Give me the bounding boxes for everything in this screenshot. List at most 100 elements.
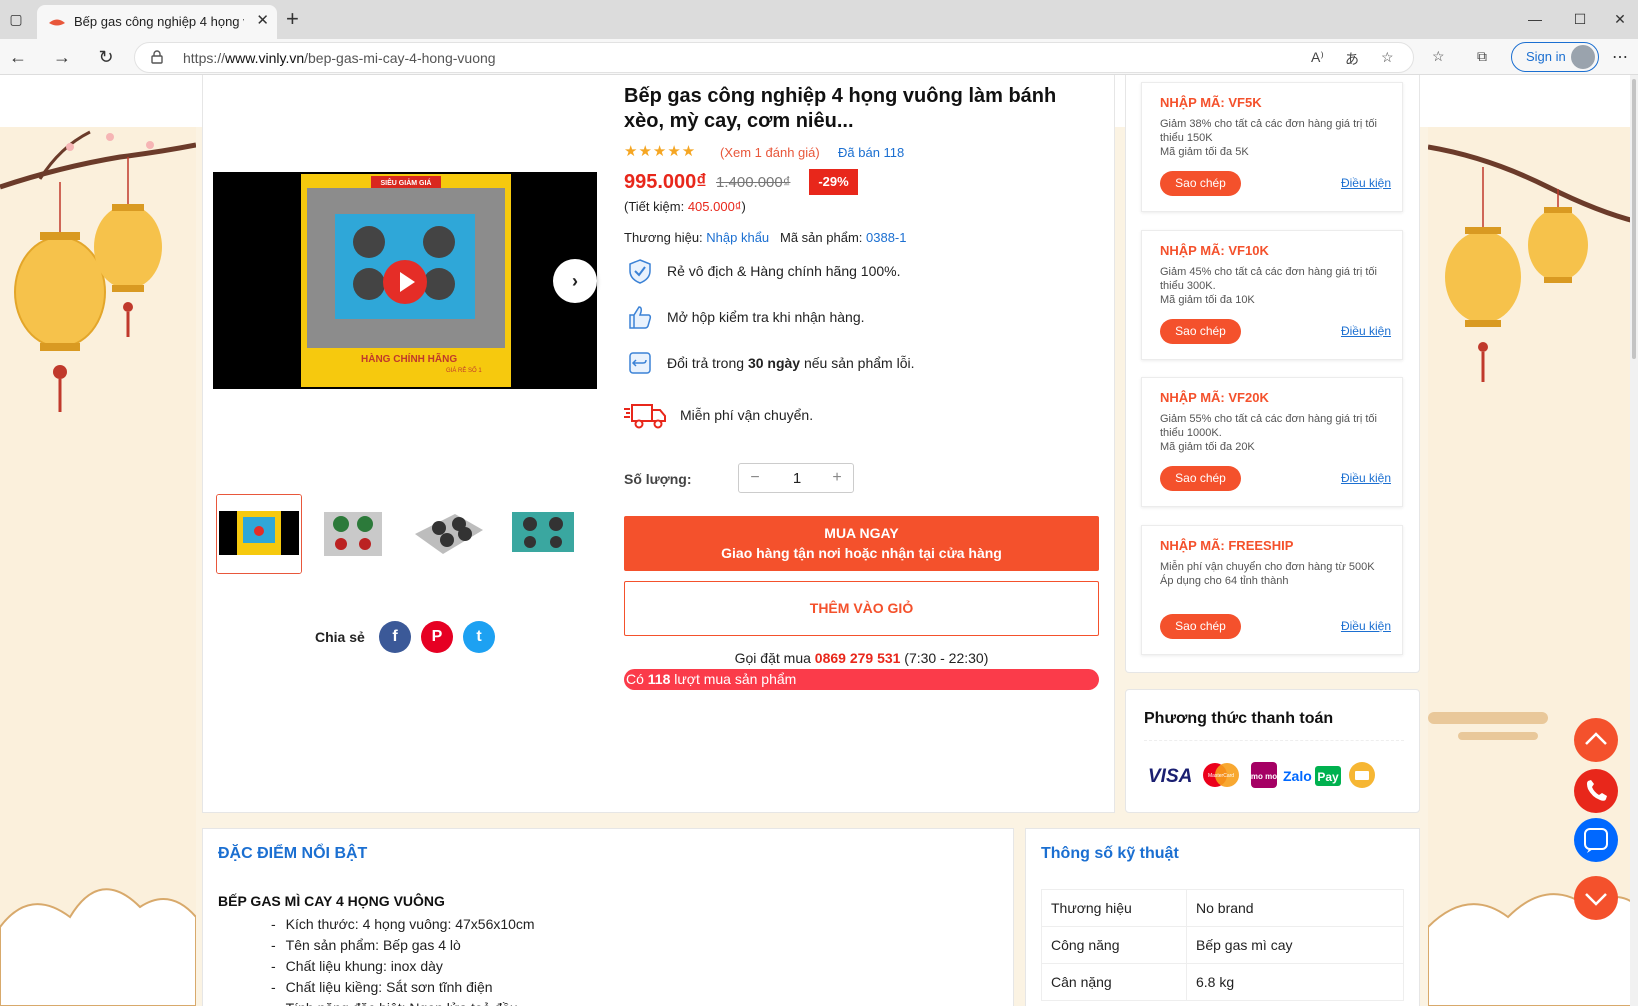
thumbnail-image (310, 494, 396, 574)
video-banner-top: SIÊU GIẢM GIÁ (381, 178, 432, 187)
page-scrollbar[interactable] (1630, 75, 1638, 1006)
highlights-title: ĐẶC ĐIỂM NỔI BẬT (218, 845, 368, 862)
list-item: Chất liệu khung: inox dày (271, 956, 535, 977)
svg-text:MasterCard: MasterCard (1208, 773, 1234, 779)
list-item: Kích thước: 4 họng vuông: 47x56x10cm (271, 914, 535, 935)
tab-actions-icon[interactable]: ▢ (4, 8, 28, 30)
svg-text:Pay: Pay (1317, 770, 1339, 784)
copy-code-button[interactable]: Sao chép (1160, 319, 1241, 344)
payment-title: Phương thức thanh toán (1144, 710, 1334, 727)
conditions-link[interactable]: Điều kiện (1341, 176, 1391, 190)
list-item: Chất liệu kiềng: Sắt sơn tĩnh điện (271, 977, 535, 998)
voucher-card: NHẬP MÃ: VF10K Giảm 45% cho tất cả các đ… (1141, 230, 1403, 360)
specs-table: Thương hiệu No brand Công năng Bếp gas mì … (1041, 889, 1404, 1001)
savings-text: (Tiết kiệm: 405.000₫) (624, 199, 746, 214)
window-close-icon[interactable]: ✕ (1608, 8, 1632, 30)
sku-value: 0388-1 (866, 230, 907, 245)
conditions-link[interactable]: Điều kiện (1341, 324, 1391, 338)
scrollbar-thumb[interactable] (1632, 79, 1636, 359)
feature-return: Đổi trả trong 30 ngày nếu sản phẩm lỗi. (624, 347, 1064, 379)
call-button[interactable] (1574, 769, 1618, 813)
svg-text:mo mo: mo mo (1251, 772, 1277, 781)
video-banner-tag: GIÁ RẺ SỐ 1 (446, 367, 482, 374)
gallery-thumbnail[interactable] (405, 494, 491, 574)
translate-icon[interactable]: あ (1345, 49, 1359, 69)
copy-code-button[interactable]: Sao chép (1160, 171, 1241, 196)
add-favorite-icon[interactable]: ☆ (1381, 49, 1394, 66)
quantity-minus-button[interactable]: − (745, 469, 765, 487)
list-item: Tính năng đặc biệt: Ngọn lửa toả đều (271, 998, 535, 1006)
url-field[interactable]: https://www.vinly.vn/bep-gas-mi-cay-4-ho… (134, 42, 1414, 73)
voucher-card: NHẬP MÃ: VF20K Giảm 55% cho tất cả các đ… (1141, 377, 1403, 507)
sold-count: Đã bán 118 (838, 145, 905, 160)
maximize-icon[interactable]: ☐ (1568, 8, 1592, 30)
original-price: 1.400.000₫ (716, 174, 791, 191)
mastercard-logo: MasterCard (1203, 763, 1239, 787)
copy-code-button[interactable]: Sao chép (1160, 466, 1241, 491)
conditions-link[interactable]: Điều kiện (1341, 619, 1391, 633)
video-play-button[interactable] (383, 260, 427, 304)
call-to-order: Gọi đặt mua 0869 279 531 (7:30 - 22:30) (734, 650, 989, 666)
quantity-plus-button[interactable]: + (827, 469, 847, 487)
lantern-decoration-right (1428, 127, 1638, 1006)
minimize-icon[interactable]: — (1523, 8, 1547, 30)
address-bar: ← → ↻ https://www.vinly.vn/bep-gas-mi-ca… (0, 39, 1638, 75)
scroll-down-button[interactable] (1574, 876, 1618, 920)
facebook-share-icon[interactable]: f (379, 621, 411, 653)
gallery-thumbnail[interactable] (310, 494, 396, 574)
quantity-input[interactable]: 1 (779, 470, 815, 487)
gallery-thumbnail[interactable] (216, 494, 302, 574)
momo-logo: mo mo (1251, 762, 1277, 788)
buy-now-button[interactable]: MUA NGAY Giao hàng tận nơi hoặc nhận tại… (624, 516, 1099, 571)
rating-stars-icon: ★★★★★ (624, 143, 697, 160)
shield-check-icon (629, 259, 651, 284)
more-menu-icon[interactable]: ⋯ (1612, 47, 1628, 67)
table-row: Thương hiệu No brand (1041, 889, 1404, 927)
refresh-icon[interactable]: ↻ (94, 45, 118, 69)
copy-code-button[interactable]: Sao chép (1160, 614, 1241, 639)
tab-title: Bếp gas công nghiệp 4 họng vuông (74, 14, 244, 29)
voucher-card: NHẬP MÃ: FREESHIP Miễn phí vận chuyển ch… (1141, 525, 1403, 655)
zalopay-logo: Zalo Pay (1283, 766, 1341, 786)
cash-on-delivery-icon (1349, 762, 1375, 788)
back-icon[interactable]: ← (6, 45, 30, 69)
delivery-truck-icon (624, 404, 666, 429)
visa-logo: VISA (1148, 766, 1192, 787)
pinterest-share-icon[interactable]: P (421, 621, 453, 653)
thumbnail-image (500, 494, 586, 574)
favorites-icon[interactable]: ☆ (1432, 48, 1445, 65)
quantity-label: Số lượng: (624, 471, 692, 487)
scroll-up-button[interactable] (1574, 718, 1618, 762)
payment-methods-card: Phương thức thanh toán VISA MasterCard m… (1125, 689, 1420, 813)
lock-icon (151, 50, 163, 64)
brand-sku-line: Thương hiệu: Nhập khẩu Mã sản phẩm: 0388… (624, 230, 907, 245)
brand-link[interactable]: Nhập khẩu (706, 230, 769, 245)
read-aloud-icon[interactable]: A⁾ (1311, 49, 1324, 66)
conditions-link[interactable]: Điều kiện (1341, 471, 1391, 485)
twitter-share-icon[interactable]: t (463, 621, 495, 653)
hotline-link[interactable]: 0869 279 531 (815, 650, 901, 666)
highlights-card: ĐẶC ĐIỂM NỔI BẬT BẾP GAS MÌ CAY 4 HỌNG V… (202, 828, 1014, 1006)
sign-in-button[interactable]: Sign in (1511, 42, 1599, 72)
gallery-next-button[interactable]: › (553, 259, 597, 303)
reviews-link[interactable]: (Xem 1 đánh giá) (720, 145, 820, 160)
feature-free-shipping: Miễn phí vận chuyển. (624, 399, 1064, 431)
url-text: https://www.vinly.vn/bep-gas-mi-cay-4-ho… (183, 50, 496, 66)
product-title: Bếp gas công nghiệp 4 họng vuông làm bán… (624, 85, 1057, 132)
chevron-up-icon (1585, 732, 1607, 745)
highlights-subtitle: BẾP GAS MÌ CAY 4 HỌNG VUÔNG (218, 893, 445, 909)
thumbnail-image (405, 494, 491, 574)
table-row: Công năng Bếp gas mì cay (1041, 926, 1404, 964)
new-tab-icon[interactable]: + (286, 6, 299, 32)
tab-close-icon[interactable]: ✕ (256, 11, 269, 29)
forward-icon[interactable]: → (50, 45, 74, 69)
gallery-thumbnail[interactable] (500, 494, 586, 574)
product-price: 995.000₫ (624, 171, 707, 193)
zalo-icon (1584, 828, 1608, 853)
browser-tab[interactable]: Bếp gas công nghiệp 4 họng vuông ✕ (37, 5, 277, 39)
return-icon (629, 352, 651, 374)
zalo-chat-button[interactable] (1574, 818, 1618, 862)
collections-icon[interactable]: ⧉ (1477, 48, 1487, 65)
svg-text:VISA: VISA (1148, 766, 1192, 787)
add-to-cart-button[interactable]: THÊM VÀO GIỎ (624, 581, 1099, 636)
